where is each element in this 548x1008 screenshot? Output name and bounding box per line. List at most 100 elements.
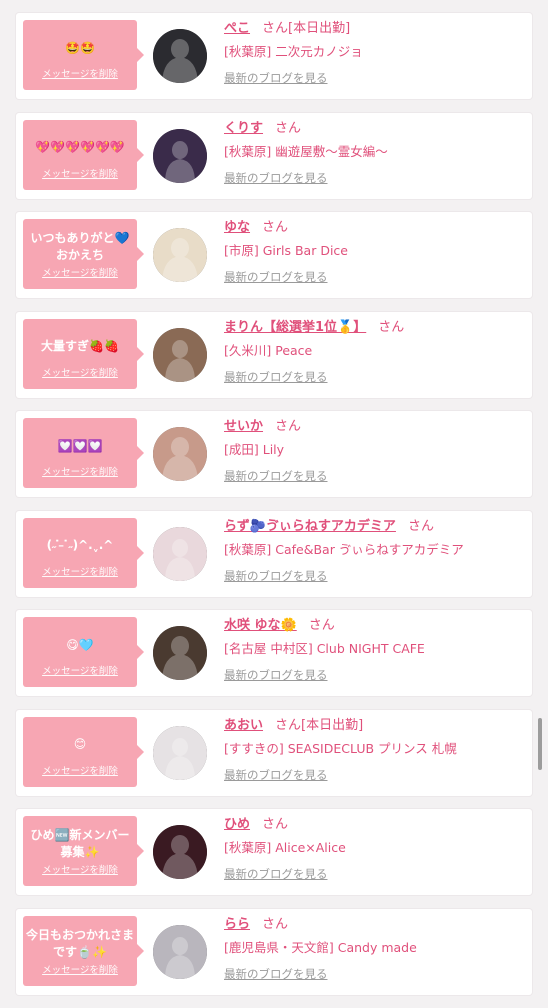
honorific-label: さん [275, 419, 302, 434]
avatar[interactable] [153, 825, 207, 879]
member-name-link[interactable]: ぺこ [224, 21, 250, 36]
message-bubble: 😋🩵 メッセージを削除 [23, 617, 144, 687]
avatar-image [153, 327, 207, 382]
message-card: 😋🩵 メッセージを削除 水咲 ゆな🌼 さん [名古屋 中村区] Club NIGH… [16, 610, 532, 696]
member-name-link[interactable]: 水咲 ゆな🌼 [224, 618, 297, 633]
honorific-label: さん [275, 717, 302, 733]
name-line: ぺこ さん[本日出勤] [224, 19, 526, 39]
avatar-image [153, 725, 207, 780]
honorific-label: さん [262, 817, 289, 832]
message-bubble: 今日もおつかれさまです🍵✨ メッセージを削除 [23, 915, 144, 986]
member-info: まりん【総選挙1位🥇】 さん [久米川] Peace 最新のブログを見る [224, 318, 526, 385]
avatar[interactable] [153, 427, 207, 481]
avatar-image [153, 228, 207, 282]
delete-message-link[interactable]: メッセージを削除 [23, 663, 137, 677]
message-text: 💖💖💖💖💖💖 [35, 140, 125, 154]
member-name-link[interactable]: らず🫐ゔぃらねすアカデミア [224, 519, 396, 534]
honorific-label: さん [407, 518, 434, 534]
avatar[interactable] [153, 128, 207, 183]
member-info: らら さん [鹿児島県・天文館] Candy made 最新のブログを見る [224, 915, 526, 982]
shop-label: [秋葉原] 幽遊屋敷～霊女編～ [224, 143, 388, 159]
message-card: 💖💖💖💖💖💖 メッセージを削除 くりす さん [秋葉原] 幽遊屋敷～霊女編～ 最新… [16, 112, 532, 199]
member-info: あおい さん[本日出勤] [すすきの] SEASIDECLUB プリンス 札幌 最… [224, 716, 526, 783]
message-card: 今日もおつかれさまです🍵✨ メッセージを削除 らら さん [鹿児島県・天文館] C… [16, 908, 532, 995]
avatar[interactable] [153, 228, 207, 282]
honorific-label: さん [378, 319, 405, 335]
delete-message-link[interactable]: メッセージを削除 [23, 962, 137, 976]
member-info: せいか さん [成田] Lily 最新のブログを見る [224, 417, 526, 484]
avatar-image [153, 128, 207, 183]
avatar-image [153, 526, 207, 581]
message-card: 大量すぎ🍓🍓 メッセージを削除 まりん【総選挙1位🥇】 さん [久米川] Peac… [16, 311, 532, 398]
latest-blog-link[interactable]: 最新のブログを見る [224, 966, 328, 982]
delete-message-link[interactable]: メッセージを削除 [23, 464, 137, 478]
latest-blog-link[interactable]: 最新のブログを見る [224, 767, 328, 783]
honorific-label: さん [308, 618, 335, 633]
delete-message-link[interactable]: メッセージを削除 [23, 166, 137, 180]
shop-label: [秋葉原] Alice×Alice [224, 840, 346, 855]
avatar-image [153, 626, 207, 680]
delete-message-link[interactable]: メッセージを削除 [23, 564, 137, 578]
scrollbar[interactable] [538, 718, 542, 770]
member-name-link[interactable]: まりん【総選挙1位🥇】 [224, 320, 366, 335]
member-name-link[interactable]: ひめ [224, 817, 250, 832]
latest-blog-link[interactable]: 最新のブログを見る [224, 269, 328, 285]
message-bubble: 💖💖💖💖💖💖 メッセージを削除 [23, 119, 144, 190]
shop-label: [名古屋 中村区] Club NIGHT CAFE [224, 641, 425, 656]
latest-blog-link[interactable]: 最新のブログを見る [224, 369, 328, 385]
avatar[interactable] [153, 725, 207, 780]
message-bubble: ひめ🆕新メンバー募集✨ メッセージを削除 [23, 816, 144, 886]
member-name-link[interactable]: くりす [224, 121, 263, 136]
delete-message-link[interactable]: メッセージを削除 [23, 365, 137, 379]
avatar-image [153, 924, 207, 979]
member-name-link[interactable]: ゆな [224, 220, 250, 235]
member-info: らず🫐ゔぃらねすアカデミア さん [秋葉原] Cafe&Bar ゔぃらねすアカデミ… [224, 517, 526, 584]
honorific-label: さん [262, 220, 289, 235]
message-text: いつもありがと💙おかえち [30, 231, 130, 262]
latest-blog-link[interactable]: 最新のブログを見る [224, 170, 328, 186]
name-line: まりん【総選挙1位🥇】 さん [224, 318, 526, 338]
delete-message-link[interactable]: メッセージを削除 [23, 862, 137, 876]
avatar[interactable] [153, 626, 207, 680]
message-bubble: いつもありがと💙おかえち メッセージを削除 [23, 219, 144, 289]
name-line: らず🫐ゔぃらねすアカデミア さん [224, 517, 526, 537]
avatar-image [153, 825, 207, 879]
name-line: せいか さん [224, 417, 526, 437]
message-text: 😋🩵 [66, 637, 94, 652]
avatar[interactable] [153, 526, 207, 581]
message-text: 今日もおつかれさまです🍵✨ [25, 927, 134, 959]
member-name-link[interactable]: せいか [224, 419, 263, 434]
member-info: ゆな さん [市原] Girls Bar Dice 最新のブログを見る [224, 218, 526, 285]
delete-message-link[interactable]: メッセージを削除 [23, 66, 137, 80]
latest-blog-link[interactable]: 最新のブログを見る [224, 866, 328, 882]
member-name-link[interactable]: あおい [224, 718, 263, 733]
attendance-status: [本日出勤] [288, 21, 351, 36]
message-list: 🤩🤩 メッセージを削除 ぺこ さん[本日出勤] [秋葉原] 二次元カノジョ 最新の… [16, 13, 532, 1008]
avatar[interactable] [153, 327, 207, 382]
message-card: いつもありがと💙おかえち メッセージを削除 ゆな さん [市原] Girls Ba… [16, 212, 532, 298]
latest-blog-link[interactable]: 最新のブログを見る [224, 70, 328, 86]
honorific-label: さん [262, 916, 289, 932]
name-line: くりす さん [224, 119, 526, 139]
message-bubble: 💟💟💟 メッセージを削除 [23, 418, 144, 488]
member-info: ぺこ さん[本日出勤] [秋葉原] 二次元カノジョ 最新のブログを見る [224, 19, 526, 86]
message-text: 😊 [73, 737, 87, 751]
member-name-link[interactable]: らら [224, 917, 250, 932]
message-card: 🤩🤩 メッセージを削除 ぺこ さん[本日出勤] [秋葉原] 二次元カノジョ 最新の… [16, 13, 532, 99]
latest-blog-link[interactable]: 最新のブログを見る [224, 667, 328, 683]
attendance-status: [本日出勤] [301, 717, 364, 733]
delete-message-link[interactable]: メッセージを削除 [23, 763, 137, 777]
message-text: 🤩🤩 [65, 40, 95, 55]
name-line: ひめ さん [224, 815, 526, 835]
avatar[interactable] [153, 29, 207, 83]
message-text: ひめ🆕新メンバー募集✨ [30, 828, 130, 859]
message-card: 😊 メッセージを削除 あおい さん[本日出勤] [すすきの] SEASIDECLU… [16, 709, 532, 796]
delete-message-link[interactable]: メッセージを削除 [23, 265, 137, 279]
avatar-image [153, 427, 207, 481]
message-card: ひめ🆕新メンバー募集✨ メッセージを削除 ひめ さん [秋葉原] Alice×Al… [16, 809, 532, 895]
shop-label: [久米川] Peace [224, 342, 313, 358]
shop-label: [市原] Girls Bar Dice [224, 243, 348, 258]
latest-blog-link[interactable]: 最新のブログを見る [224, 568, 328, 584]
latest-blog-link[interactable]: 最新のブログを見る [224, 468, 328, 484]
avatar[interactable] [153, 924, 207, 979]
